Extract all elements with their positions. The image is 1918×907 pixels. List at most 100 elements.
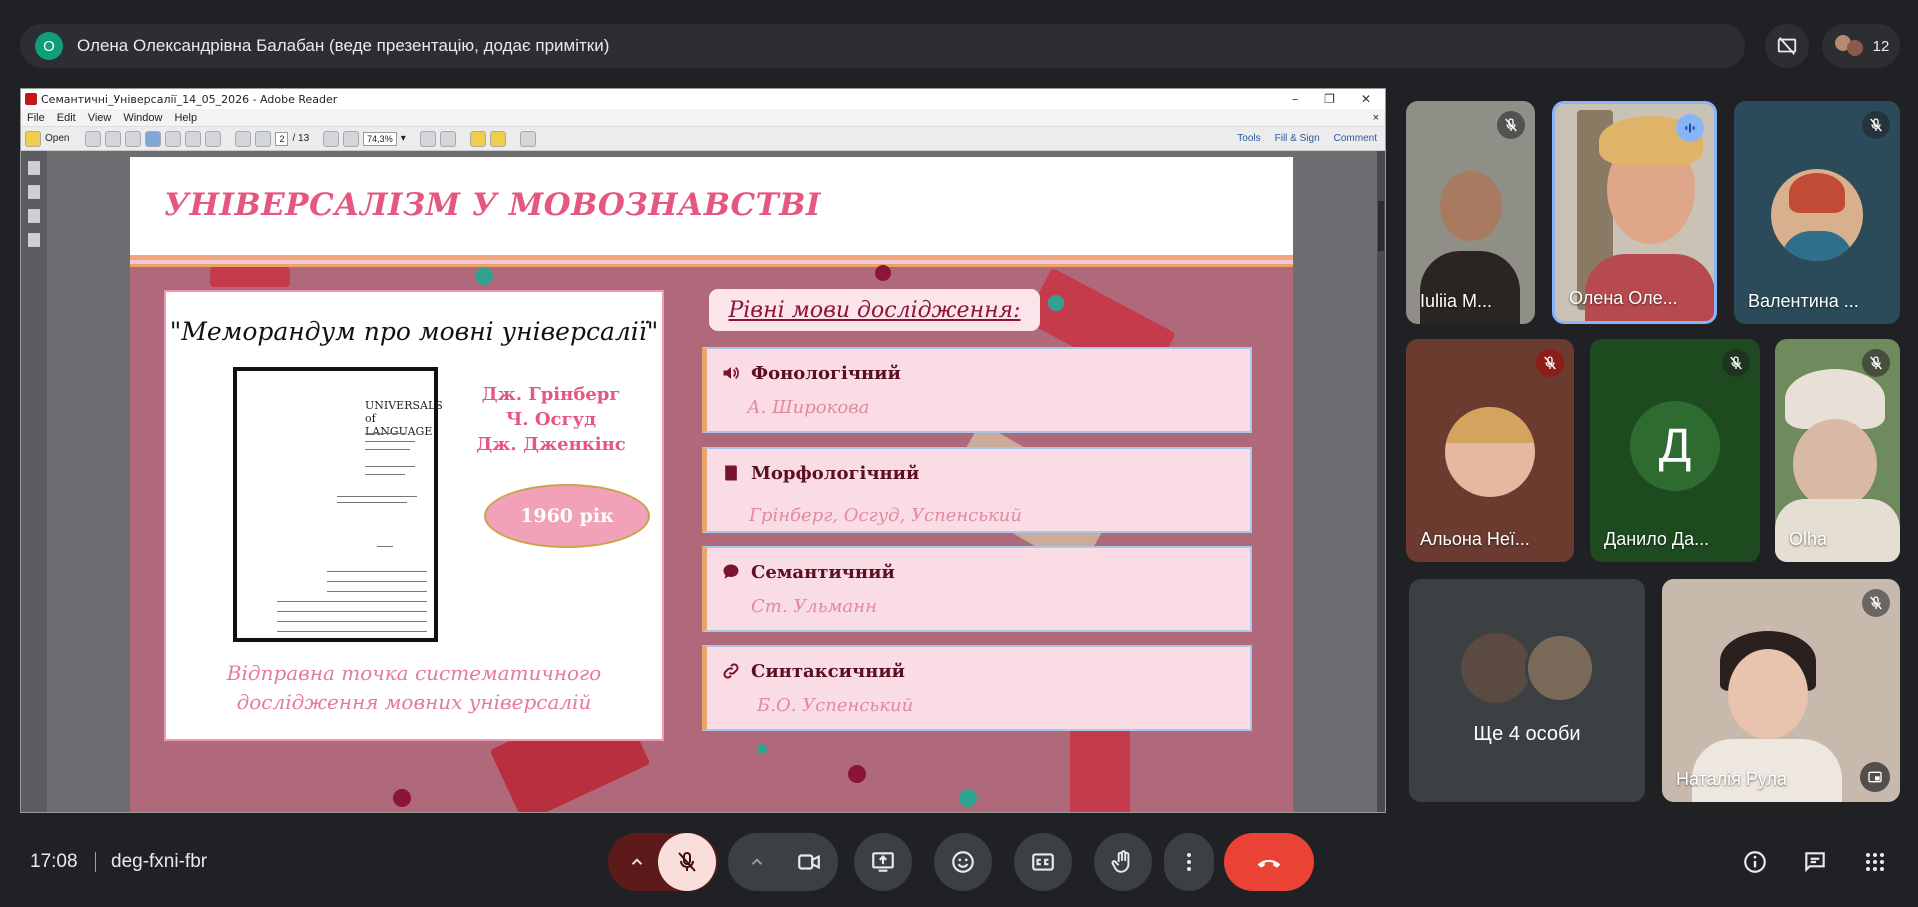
presenter-status: Олена Олександрівна Балабан (веде презен… (77, 36, 610, 55)
participant-tile[interactable]: Olha (1775, 339, 1900, 562)
participant-tile-active-speaker[interactable]: Олена Оле... (1552, 101, 1717, 324)
level-semantic: Семантичний Ст. Ульманн (702, 546, 1252, 632)
clock: 17:08 (30, 851, 78, 872)
more-options-button[interactable] (1164, 833, 1214, 891)
level-authors: Грінберг, Осгуд, Успенський (749, 505, 1022, 526)
menu-edit[interactable]: Edit (57, 112, 76, 124)
save-icon[interactable] (165, 130, 182, 147)
captions-icon (1032, 853, 1054, 871)
create-pdf-icon[interactable] (85, 130, 102, 147)
minimize-icon[interactable]: – (1292, 92, 1298, 106)
participant-avatar (1525, 633, 1595, 703)
pages-panel-icon[interactable] (28, 161, 40, 175)
tools-link[interactable]: Tools (1237, 133, 1260, 144)
year-badge: 1960 рік (484, 484, 650, 548)
comment-link[interactable]: Comment (1334, 133, 1377, 144)
chat-button[interactable] (1801, 848, 1829, 876)
open-folder-icon[interactable] (25, 130, 41, 147)
page-up-icon[interactable] (235, 130, 252, 147)
participant-tile[interactable]: Валентина ... (1734, 101, 1900, 324)
fit-width-icon[interactable] (439, 130, 456, 147)
activities-button[interactable] (1861, 848, 1889, 876)
participant-tile[interactable]: Д Данило Да... (1590, 339, 1760, 562)
email-icon[interactable] (205, 130, 222, 147)
people-button[interactable]: 12 (1822, 24, 1900, 68)
end-call-icon (1257, 859, 1281, 868)
expand-icon[interactable] (519, 130, 536, 147)
export-pdf-icon[interactable] (105, 130, 122, 147)
edit-pdf-icon[interactable] (125, 130, 142, 147)
participant-tile[interactable]: Iuliia M... (1406, 101, 1535, 324)
picture-in-picture-icon[interactable] (1860, 762, 1890, 792)
menu-window[interactable]: Window (123, 112, 162, 124)
sticky-note-icon[interactable] (469, 130, 486, 147)
hide-presentation-button[interactable] (1765, 24, 1809, 68)
level-authors: Б.О. Успенський (757, 695, 914, 716)
participant-video (1793, 419, 1877, 509)
participant-name: Наталія Рула (1676, 769, 1788, 789)
zoom-out-icon[interactable] (323, 130, 340, 147)
captions-button[interactable] (1014, 833, 1072, 891)
reactions-button[interactable] (934, 833, 992, 891)
zoom-dropdown-icon[interactable]: ▾ (401, 133, 406, 144)
zoom-level-input[interactable]: 74,3% (363, 131, 397, 146)
reader-side-panel (21, 151, 47, 812)
maximize-icon[interactable]: ❐ (1324, 92, 1335, 106)
microphone-toggle-button[interactable] (658, 833, 716, 891)
fit-page-icon[interactable] (419, 130, 436, 147)
attachments-panel-icon[interactable] (28, 233, 40, 247)
mic-off-icon (1862, 111, 1890, 139)
meeting-details-button[interactable] (1741, 848, 1769, 876)
mic-off-icon (1722, 349, 1750, 377)
camera-toggle-button[interactable] (780, 833, 838, 891)
bookmarks-panel-icon[interactable] (28, 185, 40, 199)
participant-tile[interactable]: Наталія Рула (1662, 579, 1900, 802)
menu-file[interactable]: File (27, 112, 45, 124)
bookmark-icon (721, 463, 741, 483)
decorative-book (210, 267, 290, 287)
mic-off-icon (1536, 349, 1564, 377)
open-button[interactable]: Open (45, 133, 69, 144)
page-number-input[interactable]: 2 (275, 131, 289, 146)
zoom-in-icon[interactable] (343, 130, 360, 147)
level-name: Морфологічний (751, 463, 920, 484)
highlight-icon[interactable] (489, 130, 506, 147)
menu-view[interactable]: View (88, 112, 112, 124)
document-close-icon[interactable]: × (1373, 112, 1379, 124)
speech-bubble-icon (721, 562, 741, 582)
pdf-app-icon (25, 93, 37, 105)
present-screen-button[interactable] (854, 833, 912, 891)
page-down-icon[interactable] (255, 130, 272, 147)
reader-scrollbar[interactable] (1377, 151, 1385, 812)
level-name: Синтаксичний (751, 661, 906, 682)
speaking-indicator-icon (1676, 114, 1704, 142)
menu-help[interactable]: Help (174, 112, 197, 124)
signature-panel-icon[interactable] (28, 209, 40, 223)
raise-hand-button[interactable] (1094, 833, 1152, 891)
more-participants-tile[interactable]: Ще 4 особи (1409, 579, 1645, 802)
info-icon (1744, 851, 1766, 873)
fill-sign-link[interactable]: Fill & Sign (1275, 133, 1320, 144)
memorandum-title: "Меморандум про мовні універсалії" (169, 317, 659, 346)
print-icon[interactable] (185, 130, 202, 147)
link-icon (721, 661, 741, 681)
participant-name: Валентина ... (1748, 291, 1859, 311)
level-name: Фонологічний (751, 363, 901, 384)
hand-icon (1111, 850, 1130, 873)
presentation-slide: УНІВЕРСАЛІЗМ У МОВОЗНАВСТВІ "Меморандум … (130, 157, 1293, 812)
decorative-dot (959, 789, 977, 807)
page-total: / 13 (292, 133, 310, 144)
level-syntactic: Синтаксичний Б.О. Успенський (702, 645, 1252, 731)
participant-avatar (1445, 407, 1535, 497)
scrollbar-thumb[interactable] (1378, 201, 1384, 251)
emoji-icon (952, 851, 974, 873)
leave-call-button[interactable] (1224, 833, 1314, 891)
close-icon[interactable]: ✕ (1361, 92, 1371, 106)
cloud-upload-icon[interactable] (145, 130, 162, 147)
participant-tile[interactable]: Альона Неї... (1406, 339, 1574, 562)
speaker-icon (721, 363, 741, 383)
decorative-dot (875, 265, 891, 281)
mic-off-icon (678, 851, 696, 872)
mic-off-icon (1862, 349, 1890, 377)
level-authors: Ст. Ульманн (751, 596, 877, 617)
